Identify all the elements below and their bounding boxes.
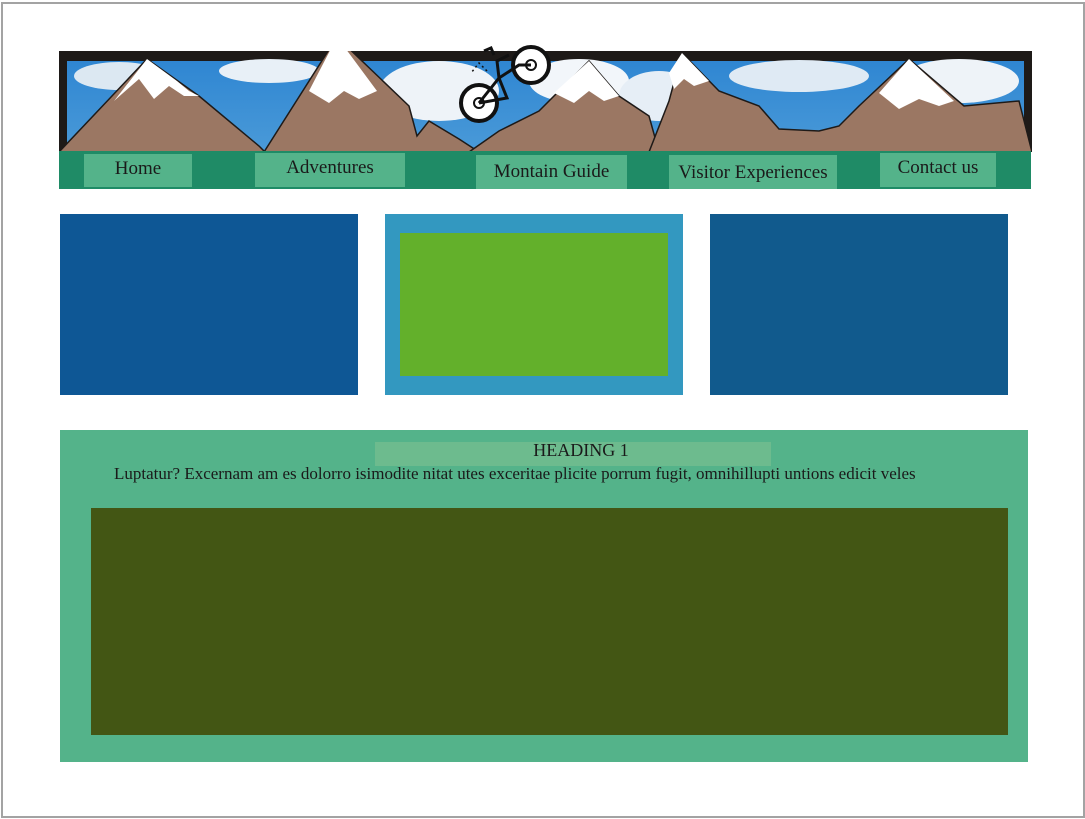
main-nav: Home Adventures Montain Guide Visitor Ex… [59, 151, 1031, 189]
feature-box-left[interactable] [60, 214, 358, 395]
nav-item-adventures[interactable]: Adventures [255, 153, 405, 187]
content-media-area [91, 508, 1008, 735]
nav-item-label: Montain Guide [493, 161, 610, 182]
main-content: HEADING 1 Luptatur? Excernam am es dolor… [60, 430, 1028, 762]
nav-item-mountain-guide[interactable]: Montain Guide [476, 155, 627, 189]
nav-item-visitor-experiences[interactable]: Visitor Experiences [669, 155, 837, 189]
feature-box-middle-image [400, 233, 668, 376]
nav-item-home[interactable]: Home [84, 154, 192, 187]
nav-item-label: Visitor Experiences [678, 162, 828, 183]
mountain-banner-image [59, 45, 1032, 152]
body-paragraph: Luptatur? Excernam am es dolorro isimodi… [114, 464, 916, 483]
feature-box-right[interactable] [710, 214, 1008, 395]
nav-item-label: Contact us [897, 157, 979, 178]
nav-item-label: Home [114, 158, 162, 179]
nav-item-contact-us[interactable]: Contact us [880, 153, 996, 187]
feature-box-middle[interactable] [385, 214, 683, 395]
nav-item-label: Adventures [286, 157, 374, 178]
header-banner [59, 45, 1032, 152]
page-heading: HEADING 1 [533, 440, 629, 460]
